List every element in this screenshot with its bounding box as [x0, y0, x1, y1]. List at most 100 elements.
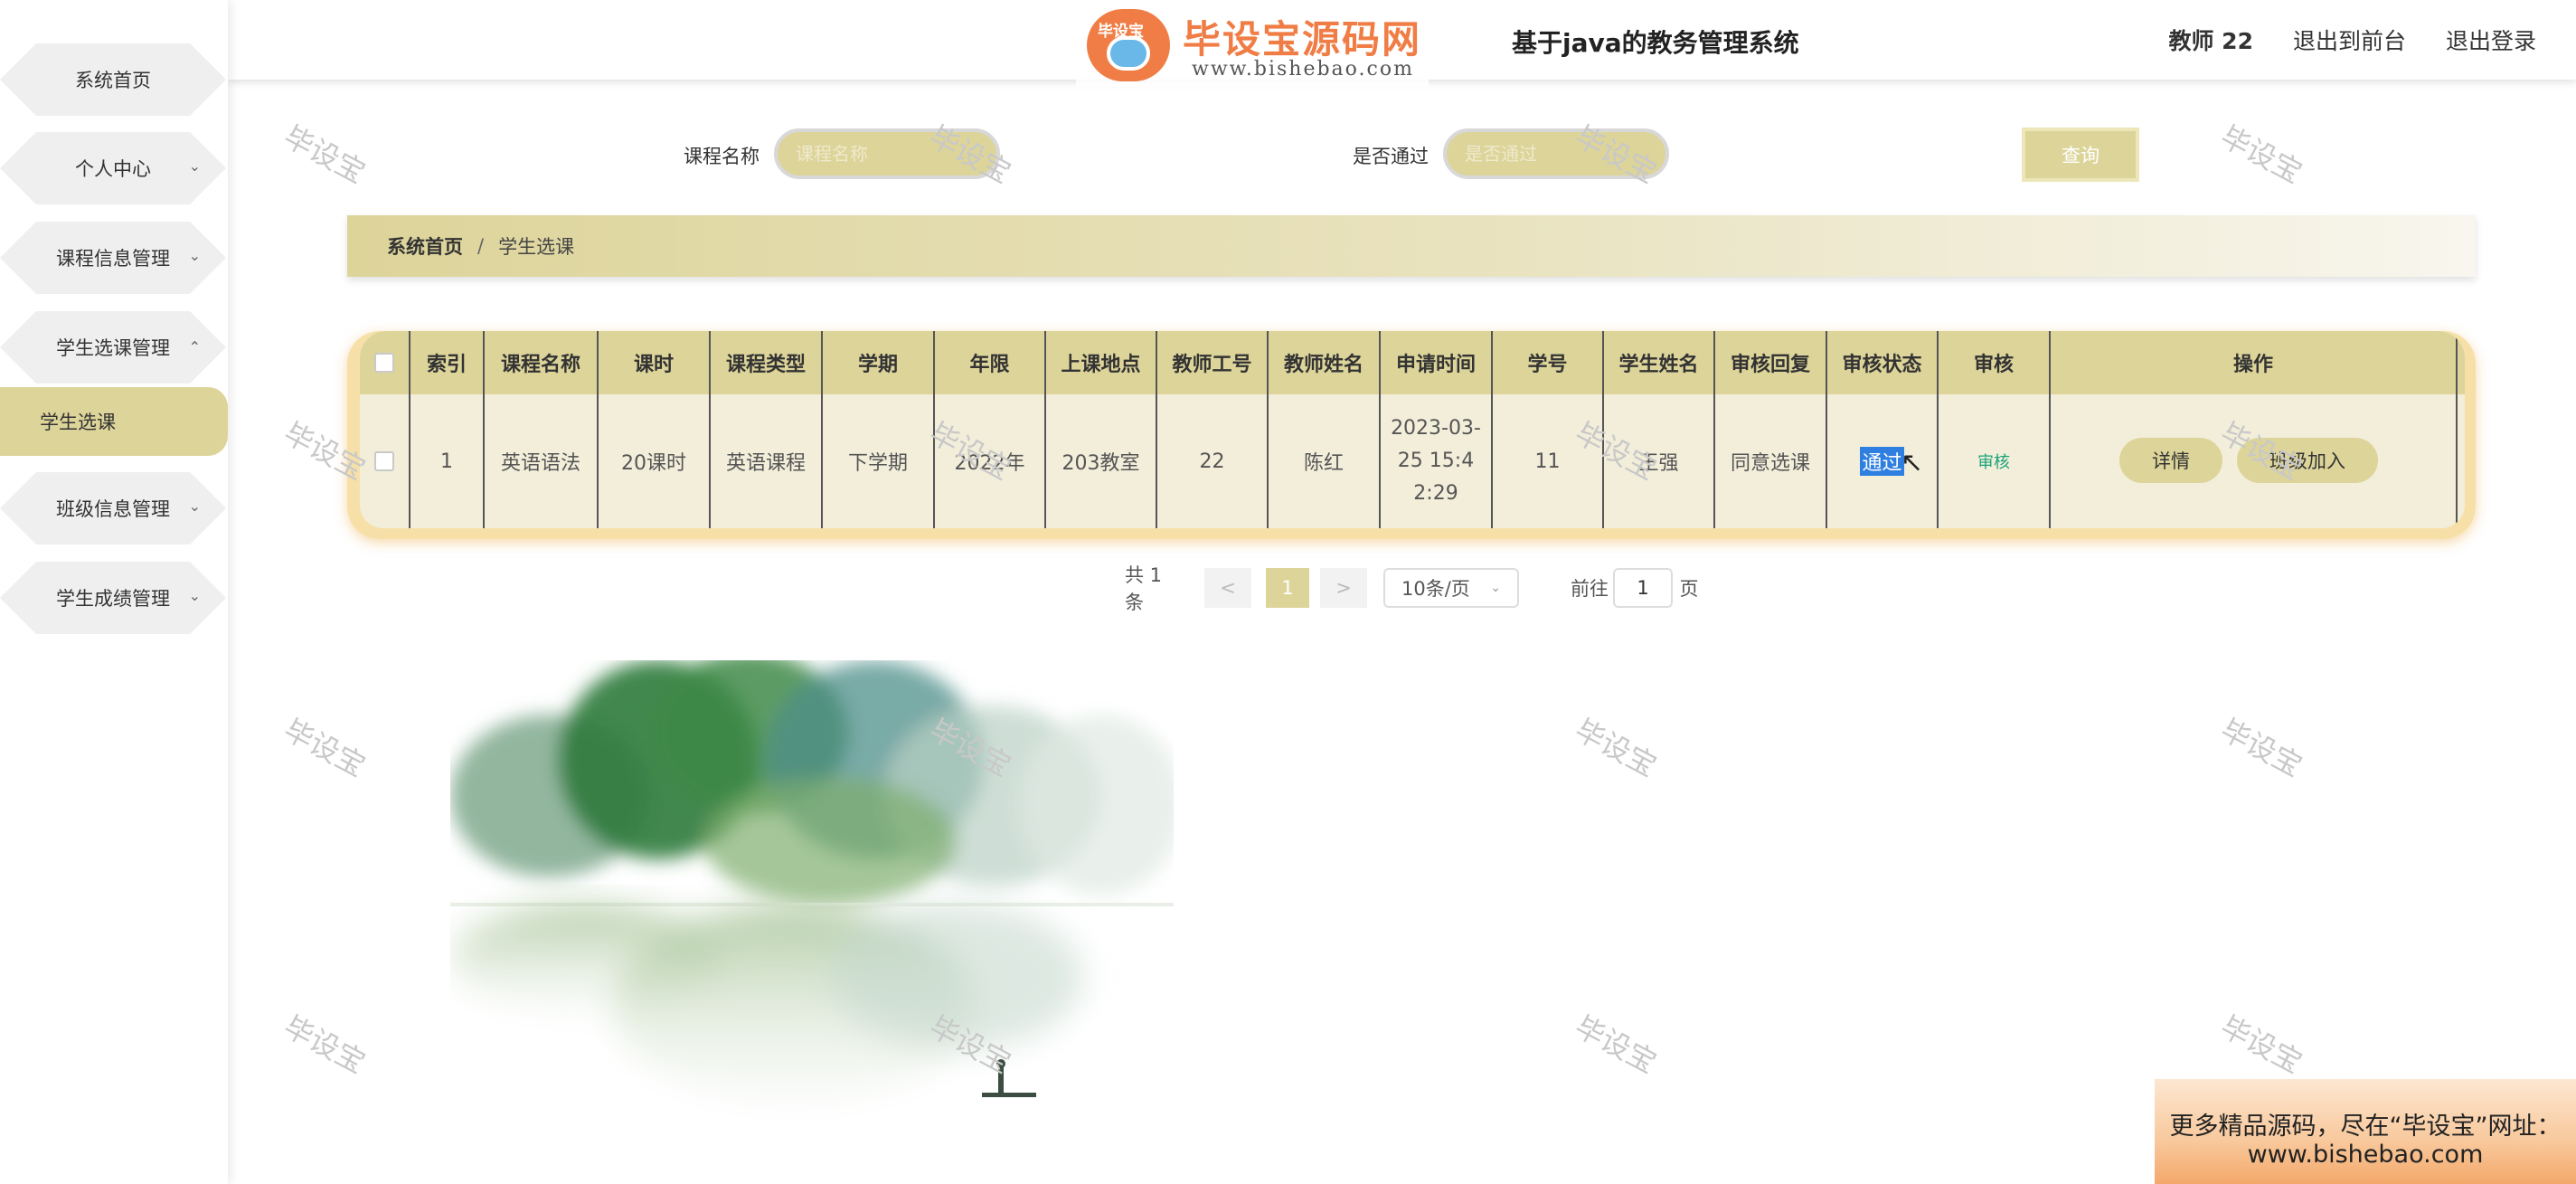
- watermark-text: 毕设宝: [2214, 118, 2308, 191]
- col-header-student-id: 学号: [1491, 331, 1602, 394]
- page-size-value: 10条/页: [1401, 578, 1470, 600]
- sidebar-item-label: 课程信息管理: [56, 248, 170, 270]
- detail-button[interactable]: 详情: [2119, 438, 2222, 483]
- logout-link[interactable]: 退出登录: [2446, 24, 2536, 56]
- cell-course-name: 英语语法: [483, 394, 597, 528]
- col-header-student-name: 学生姓名: [1602, 331, 1713, 394]
- breadcrumb-home[interactable]: 系统首页: [387, 232, 463, 260]
- sidebar-item-label: 系统首页: [75, 70, 151, 91]
- promo-line-2[interactable]: www.bishebao.com: [2155, 1141, 2576, 1169]
- course-name-input[interactable]: [774, 128, 1000, 179]
- course-name-label: 课程名称: [684, 146, 760, 167]
- cell-year: 2022年: [933, 394, 1044, 528]
- logo-brand-text: 毕设宝源码网: [1183, 17, 1422, 62]
- breadcrumb-separator: /: [477, 235, 485, 257]
- ink-landscape-image: [450, 660, 1174, 1103]
- cell-teacher-name: 陈红: [1267, 394, 1379, 528]
- logo-badge-icon: 毕设宝: [1087, 9, 1170, 81]
- current-user: 教师 22: [2168, 28, 2253, 54]
- chevron-down-icon: ⌄: [188, 157, 201, 175]
- sidebar-item-class-management[interactable]: 班级信息管理 ⌄: [0, 472, 226, 545]
- cell-student-id: 11: [1491, 394, 1602, 528]
- sidebar-item-home[interactable]: 系统首页: [0, 43, 226, 116]
- app-title: 基于java的教务管理系统: [1512, 28, 1799, 58]
- sidebar-subitem-course-selection[interactable]: 学生选课: [0, 387, 228, 456]
- cell-location: 203教室: [1044, 394, 1156, 528]
- col-header-audit: 审核: [1937, 331, 2049, 394]
- header-actions: 教师 22 退出到前台 退出登录: [2168, 24, 2576, 56]
- chevron-down-icon: ⌄: [1490, 581, 1501, 595]
- col-header-review-status: 审核状态: [1826, 331, 1937, 394]
- pagination-total: 共 1 条: [1125, 564, 1163, 613]
- col-header-course-type: 课程类型: [709, 331, 821, 394]
- breadcrumb: 系统首页 / 学生选课: [347, 215, 2476, 277]
- col-header-teacher-name: 教师姓名: [1267, 331, 1379, 394]
- query-button[interactable]: 查询: [2022, 128, 2139, 182]
- passed-input[interactable]: [1443, 128, 1669, 179]
- table-row: 1 英语语法 20课时 英语课程 下学期 2022年 203教室 22 陈红 2…: [360, 394, 2465, 528]
- chevron-down-icon: ⌄: [188, 497, 201, 515]
- watermark-text: 毕设宝: [2214, 1009, 2308, 1081]
- logo-url: www.bishebao.com: [1192, 58, 1414, 81]
- sidebar-item-course-selection-management[interactable]: 学生选课管理 ⌃: [0, 311, 226, 384]
- select-all-checkbox[interactable]: [374, 353, 394, 373]
- sidebar-item-label: 个人中心: [75, 158, 151, 180]
- next-page-button[interactable]: >: [1320, 568, 1367, 608]
- sidebar-subitem-label: 学生选课: [40, 412, 116, 433]
- watermark-text: 毕设宝: [1569, 1009, 1663, 1081]
- chevron-up-icon: ⌃: [188, 338, 201, 355]
- sidebar-item-label: 学生成绩管理: [56, 588, 170, 610]
- goto-page-input[interactable]: 1: [1613, 568, 1673, 608]
- cell-apply-time: 2023-03-25 15:42:29: [1379, 394, 1491, 528]
- page-unit-label: 页: [1679, 578, 1699, 600]
- select-all-checkbox-cell: [360, 331, 409, 394]
- sidebar-item-label: 班级信息管理: [56, 498, 170, 520]
- watermark-text: 毕设宝: [1569, 712, 1663, 784]
- sidebar: 系统首页 个人中心 ⌄ 课程信息管理 ⌄ 学生选课管理 ⌃ 学生选课 班级信息管…: [0, 0, 228, 1184]
- mouse-cursor-icon: ↖: [1901, 447, 1924, 478]
- cell-actions: 详情 班级加入: [2049, 394, 2458, 528]
- back-to-front-link[interactable]: 退出到前台: [2293, 24, 2406, 56]
- sidebar-item-personal-center[interactable]: 个人中心 ⌄: [0, 132, 226, 204]
- chevron-down-icon: ⌄: [188, 247, 201, 264]
- cell-student-name: 王强: [1602, 394, 1713, 528]
- review-status-text: 通过: [1860, 447, 1904, 476]
- cell-course-type: 英语课程: [709, 394, 821, 528]
- watermark-text: 毕设宝: [2214, 712, 2308, 784]
- col-header-hours: 课时: [597, 331, 709, 394]
- join-class-button[interactable]: 班级加入: [2237, 438, 2378, 483]
- page-size-select[interactable]: 10条/页 ⌄: [1383, 568, 1519, 608]
- watermark-text: 毕设宝: [278, 1009, 372, 1081]
- promo-banner: 更多精品源码，尽在“毕设宝”网址： www.bishebao.com: [2155, 1079, 2576, 1184]
- prev-page-button[interactable]: <: [1204, 568, 1251, 608]
- col-header-course-name: 课程名称: [483, 331, 597, 394]
- audit-link[interactable]: 审核: [1977, 450, 2010, 473]
- col-header-review-reply: 审核回复: [1713, 331, 1826, 394]
- course-selection-table: 索引 课程名称 课时 课程类型 学期 年限 上课地点 教师工号 教师姓名 申请时…: [347, 331, 2476, 539]
- cell-teacher-id: 22: [1156, 394, 1267, 528]
- col-header-semester: 学期: [821, 331, 933, 394]
- sidebar-item-grade-management[interactable]: 学生成绩管理 ⌄: [0, 562, 226, 634]
- col-header-year: 年限: [933, 331, 1044, 394]
- watermark-text: 毕设宝: [278, 712, 372, 784]
- cell-review-reply: 同意选课: [1713, 394, 1826, 528]
- cell-hours: 20课时: [597, 394, 709, 528]
- row-checkbox-cell: [360, 394, 409, 528]
- page-1-button[interactable]: 1: [1266, 568, 1309, 608]
- col-header-teacher-id: 教师工号: [1156, 331, 1267, 394]
- sidebar-item-label: 学生选课管理: [56, 337, 170, 359]
- passed-label: 是否通过: [1353, 146, 1429, 167]
- cell-semester: 下学期: [821, 394, 933, 528]
- col-header-location: 上课地点: [1044, 331, 1156, 394]
- goto-label: 前往: [1571, 578, 1609, 600]
- cell-audit: 审核: [1937, 394, 2049, 528]
- row-checkbox[interactable]: [374, 451, 394, 471]
- promo-line-1: 更多精品源码，尽在“毕设宝”网址：: [2169, 1113, 2562, 1141]
- site-logo: 毕设宝 毕设宝源码网 www.bishebao.com: [1076, 4, 1429, 87]
- cell-index: 1: [409, 394, 483, 528]
- sidebar-item-course-management[interactable]: 课程信息管理 ⌄: [0, 222, 226, 294]
- breadcrumb-current: 学生选课: [498, 236, 575, 258]
- col-header-apply-time: 申请时间: [1379, 331, 1491, 394]
- chevron-down-icon: ⌄: [188, 587, 201, 604]
- col-header-index: 索引: [409, 331, 483, 394]
